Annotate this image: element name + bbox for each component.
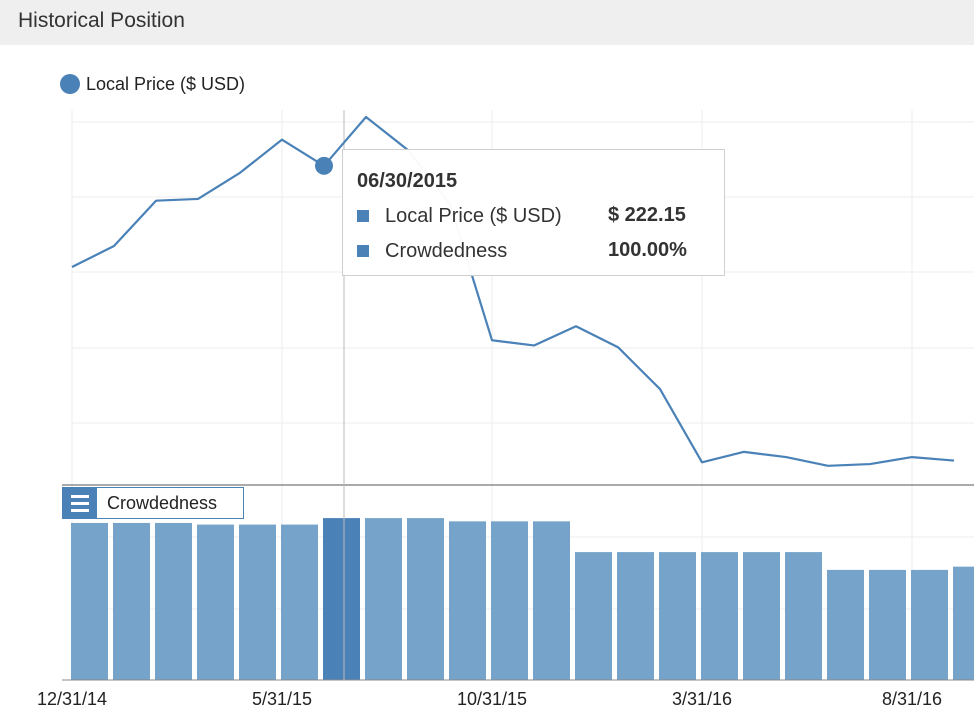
- x-tick-label: 12/31/14: [36, 689, 108, 709]
- crowdedness-bar: [281, 524, 318, 680]
- tooltip-row-value: 100.00%: [608, 239, 687, 261]
- series-square-icon: [357, 210, 369, 222]
- crowdedness-bar: [197, 524, 234, 680]
- crowdedness-bar: [323, 518, 360, 680]
- legend-dot-icon: [60, 74, 80, 94]
- tooltip-row-crowdedness: Crowdedness: [357, 239, 507, 263]
- crowdedness-bar: [827, 569, 864, 680]
- crowdedness-bar: [71, 522, 108, 680]
- crowdedness-panel-label[interactable]: Crowdedness: [62, 487, 244, 519]
- crowdedness-bar: [113, 522, 150, 680]
- crowdedness-bar: [869, 569, 906, 680]
- legend-label: Local Price ($ USD): [86, 73, 246, 94]
- crowdedness-bar: [911, 569, 948, 680]
- tooltip-row-value: $ 222.15: [608, 204, 686, 226]
- historical-chart: [62, 110, 974, 681]
- series-square-icon: [357, 245, 369, 257]
- tooltip-row-label: Local Price ($ USD): [385, 204, 562, 227]
- x-tick-label: 8/31/16: [881, 689, 943, 709]
- x-tick-label: 10/31/15: [456, 689, 528, 709]
- crowdedness-bar: [239, 524, 276, 680]
- crowdedness-bar: [449, 521, 486, 680]
- crowdedness-bar: [533, 521, 570, 680]
- crowdedness-label: Crowdedness: [107, 492, 218, 513]
- chart-tooltip: 06/30/2015 Local Price ($ USD) $ 222.15 …: [342, 149, 725, 276]
- tooltip-row-price: Local Price ($ USD): [357, 204, 562, 228]
- crowdedness-bar: [407, 518, 444, 680]
- x-tick-label: 3/31/16: [671, 689, 733, 709]
- menu-icon[interactable]: [63, 488, 97, 518]
- tooltip-row-label: Crowdedness: [385, 239, 508, 262]
- crowdedness-bar: [365, 518, 402, 680]
- legend-local-price[interactable]: Local Price ($ USD): [60, 71, 245, 97]
- tooltip-date: 06/30/2015: [357, 170, 458, 192]
- crowdedness-bar: [491, 521, 528, 680]
- x-tick-label: 5/31/15: [251, 689, 313, 709]
- crowdedness-bar: [785, 552, 822, 680]
- crowdedness-bar: [155, 522, 192, 680]
- crowdedness-bar: [659, 552, 696, 680]
- crowdedness-bar: [575, 552, 612, 680]
- crowdedness-bar: [617, 552, 654, 680]
- crowdedness-bar: [743, 552, 780, 680]
- highlight-point: [315, 156, 333, 175]
- crowdedness-bar: [953, 566, 974, 680]
- crowdedness-bar: [701, 552, 738, 680]
